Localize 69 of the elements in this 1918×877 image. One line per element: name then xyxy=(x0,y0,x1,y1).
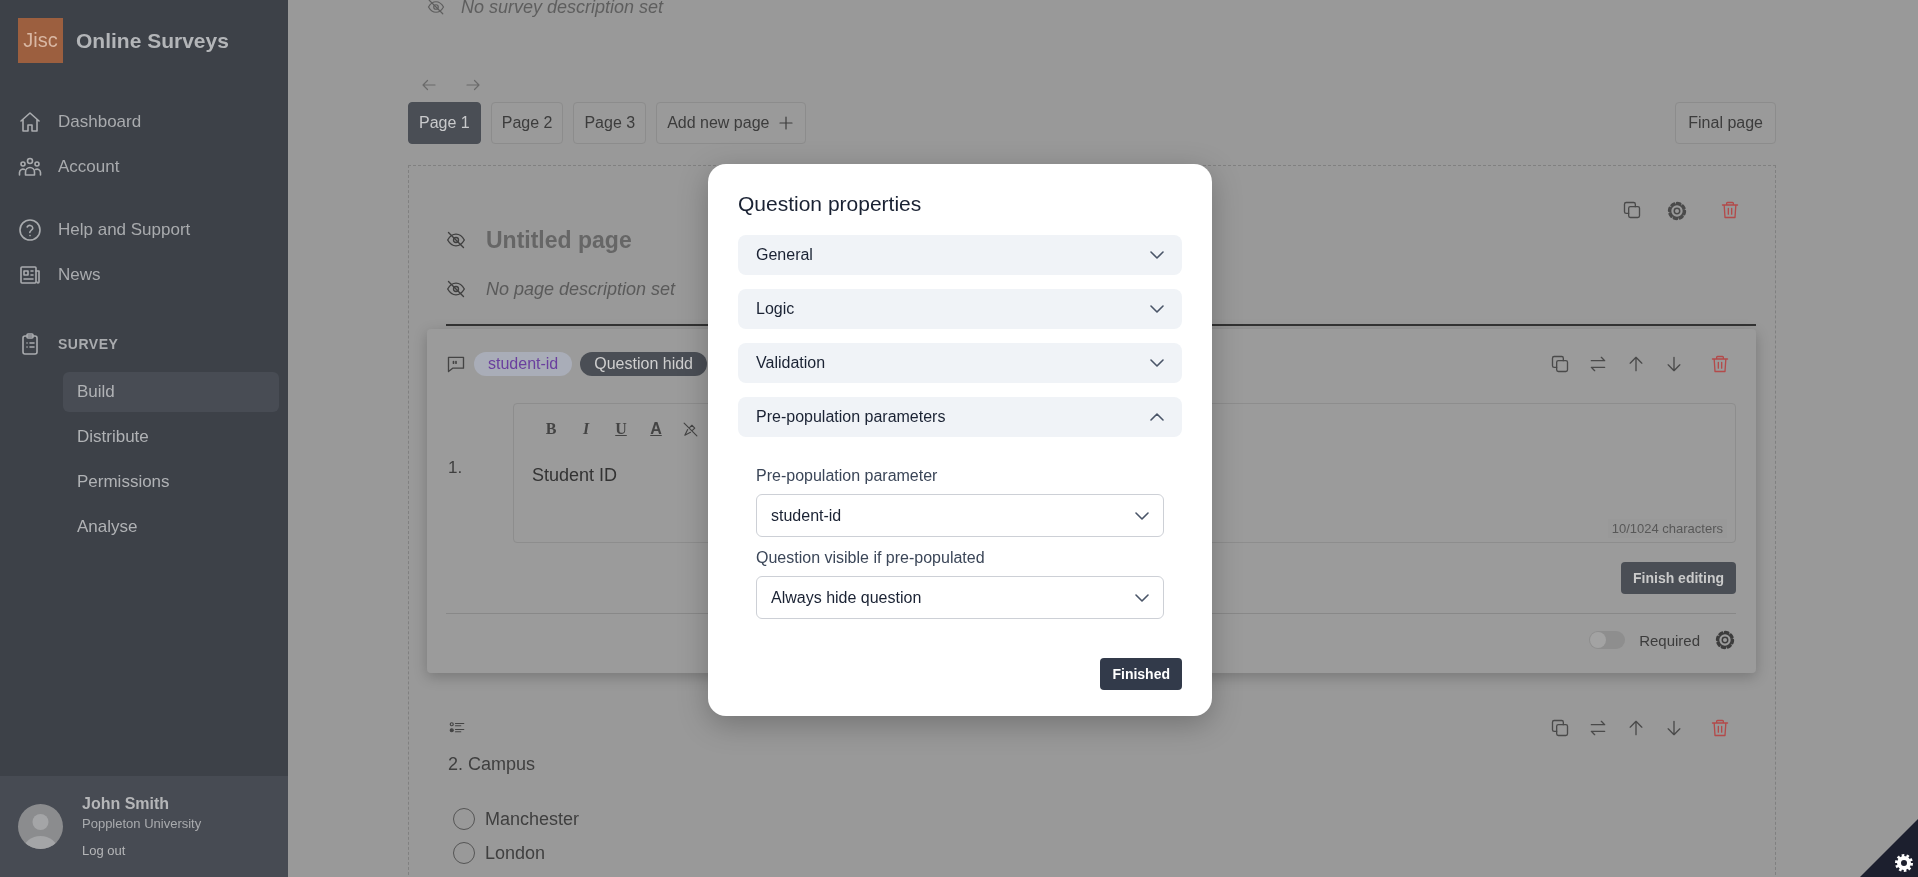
home-icon xyxy=(18,110,42,134)
copy-icon[interactable] xyxy=(1550,718,1570,738)
status-badge: Question hidd xyxy=(580,352,707,376)
sidebar-item[interactable]: Permissions xyxy=(63,462,279,502)
page-tab[interactable]: Page 2 xyxy=(490,102,564,144)
field-label: Question visible if pre-populated xyxy=(756,549,986,567)
select-field[interactable]: student-id xyxy=(756,494,1164,537)
trash-icon[interactable] xyxy=(1710,718,1730,738)
select-field[interactable]: Always hide question xyxy=(756,576,1164,619)
pen-off-icon[interactable] xyxy=(682,420,699,438)
format-button[interactable]: U xyxy=(612,420,630,438)
toggle-label: Required xyxy=(1639,631,1700,649)
chevron-icon xyxy=(1150,251,1164,259)
dialog-title: Question properties xyxy=(738,191,923,217)
nav-item[interactable]: Dashboard xyxy=(18,109,270,135)
nav-item[interactable]: News xyxy=(18,262,270,288)
sidebar-item[interactable]: Analyse xyxy=(63,507,279,547)
tag: student-id xyxy=(474,352,573,376)
survey-description[interactable]: No survey description set xyxy=(461,0,664,18)
accordion-header[interactable]: Logic xyxy=(738,289,1182,329)
finish-editing-button[interactable]: Finish editing xyxy=(1621,562,1736,594)
accordion-header[interactable]: Pre-population parameters xyxy=(738,397,1182,437)
accordion-header[interactable]: General xyxy=(738,235,1182,275)
settings-icon[interactable] xyxy=(1666,200,1688,222)
page-tab[interactable]: Page 1 xyxy=(408,102,481,144)
swap-icon[interactable] xyxy=(1588,354,1608,374)
option-label: London xyxy=(485,842,546,864)
format-button[interactable]: B xyxy=(542,420,560,438)
eye-off-icon xyxy=(446,230,466,250)
user-name: John Smith xyxy=(82,795,171,813)
logout-link[interactable]: Log out xyxy=(82,843,202,858)
settings-corner-button[interactable] xyxy=(1860,819,1918,877)
format-button[interactable]: A xyxy=(647,420,665,438)
nav-item[interactable]: Account xyxy=(18,154,270,180)
page-tab[interactable]: Page 3 xyxy=(573,102,647,144)
help-icon xyxy=(18,218,42,242)
field-label: Pre-population parameter xyxy=(756,467,939,485)
accordion-header[interactable]: Validation xyxy=(738,343,1182,383)
settings-icon[interactable] xyxy=(1714,629,1736,651)
chevron-down-icon xyxy=(1135,511,1149,520)
eye-off-icon xyxy=(446,279,466,299)
copy-icon[interactable] xyxy=(1550,354,1570,374)
format-button[interactable]: I xyxy=(577,420,595,438)
eye-off-icon xyxy=(427,0,445,16)
chevron-down-icon xyxy=(1135,593,1149,602)
avatar xyxy=(18,804,63,849)
newspaper-icon xyxy=(18,263,42,287)
question-text: Student ID xyxy=(532,465,618,486)
chevron-icon xyxy=(1150,305,1164,313)
sidebar-item[interactable]: Distribute xyxy=(63,417,279,457)
final-page-button[interactable]: Final page xyxy=(1675,102,1776,144)
organisation-name: Poppleton University xyxy=(82,816,202,831)
question-title: 2. Campus xyxy=(448,754,537,775)
chevron-icon xyxy=(1150,413,1164,421)
page-description[interactable]: No page description set xyxy=(486,278,676,300)
option-label: Manchester xyxy=(485,808,580,830)
section-heading: SURVEY xyxy=(58,336,119,352)
add-page-button[interactable]: Add new page xyxy=(656,102,807,144)
finished-button[interactable]: Finished xyxy=(1100,658,1182,690)
question-number: 1. xyxy=(447,457,464,479)
chevron-icon xyxy=(1150,359,1164,367)
people-icon xyxy=(18,155,42,179)
logo[interactable]: Jisc xyxy=(18,18,63,63)
app-name: Online Surveys xyxy=(76,28,229,53)
nav-item[interactable]: Help and Support xyxy=(18,217,270,243)
swap-icon[interactable] xyxy=(1588,718,1608,738)
sidebar-item[interactable]: Build xyxy=(63,372,279,412)
trash-icon[interactable] xyxy=(1710,354,1730,374)
speech-bubble-icon xyxy=(446,354,466,374)
